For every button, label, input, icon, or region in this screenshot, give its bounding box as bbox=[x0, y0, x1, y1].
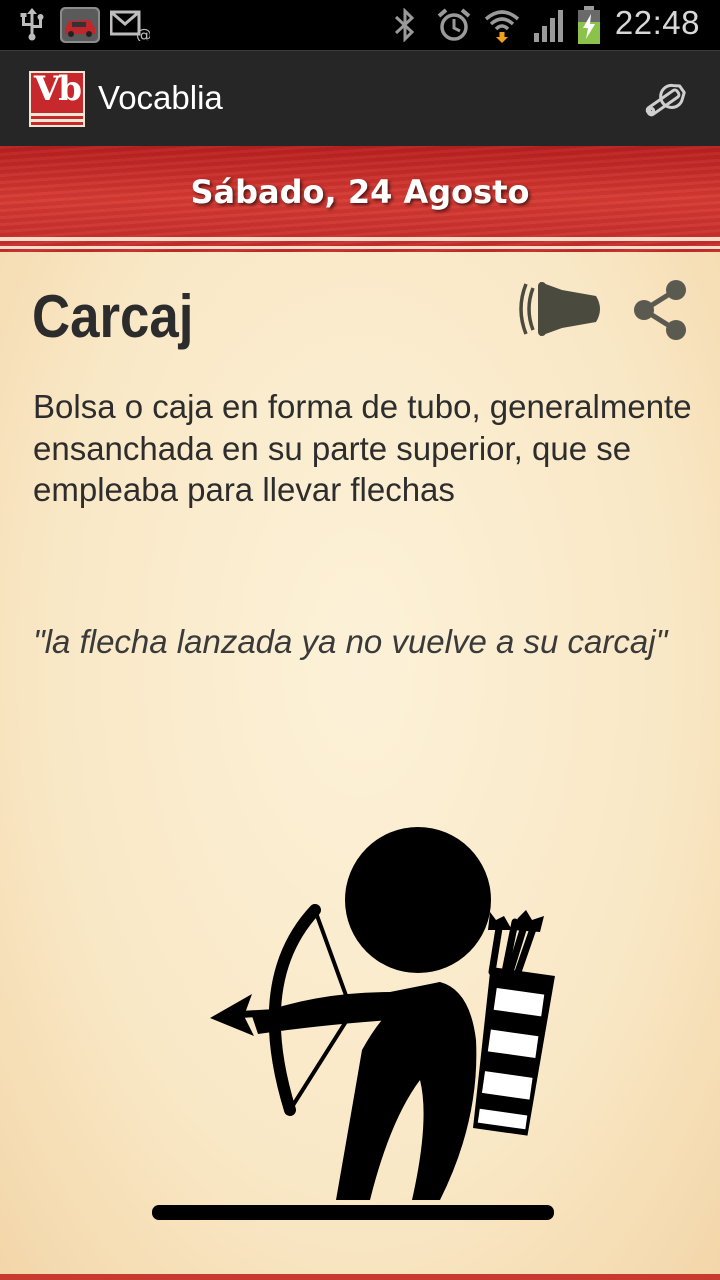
archer-head bbox=[345, 827, 491, 973]
car-app-icon bbox=[60, 7, 100, 43]
word-card: Carcaj Bolsa o caja en forma de tubo, ge… bbox=[0, 252, 720, 1280]
example-sentence: "la flecha lanzada ya no vuelve a su car… bbox=[33, 623, 668, 660]
card-bottom-border bbox=[0, 1274, 720, 1280]
definition-text: Bolsa o caja en forma de tubo, generalme… bbox=[33, 388, 692, 508]
pronounce-button[interactable] bbox=[516, 276, 606, 342]
usb-icon bbox=[18, 8, 46, 42]
logo-text: Vb bbox=[33, 69, 82, 109]
wrench-icon bbox=[645, 84, 686, 117]
alarm-icon bbox=[436, 8, 472, 42]
share-icon bbox=[634, 280, 686, 340]
status-bar: @ 22:48 bbox=[0, 0, 720, 50]
wifi-icon bbox=[484, 8, 520, 43]
email-icon: @ bbox=[110, 8, 150, 42]
action-bar: Vb Vocablia bbox=[0, 50, 720, 146]
archer-illustration bbox=[152, 827, 555, 1220]
word-title: Carcaj bbox=[32, 283, 194, 350]
quiver bbox=[473, 966, 555, 1136]
speaker-icon bbox=[519, 282, 600, 336]
share-button[interactable] bbox=[628, 278, 692, 342]
date-banner: Sábado, 24 Agosto bbox=[0, 146, 720, 252]
app-logo[interactable]: Vb bbox=[29, 69, 85, 127]
bluetooth-icon bbox=[392, 8, 418, 42]
ground-line bbox=[152, 1205, 554, 1220]
app-title: Vocablia bbox=[98, 79, 223, 116]
settings-button[interactable] bbox=[638, 73, 698, 125]
date-text: Sábado, 24 Agosto bbox=[190, 173, 530, 211]
clock: 22:48 bbox=[614, 4, 700, 41]
battery-charging-icon bbox=[576, 6, 602, 44]
signal-icon bbox=[532, 8, 568, 42]
svg-text:@: @ bbox=[136, 25, 150, 41]
